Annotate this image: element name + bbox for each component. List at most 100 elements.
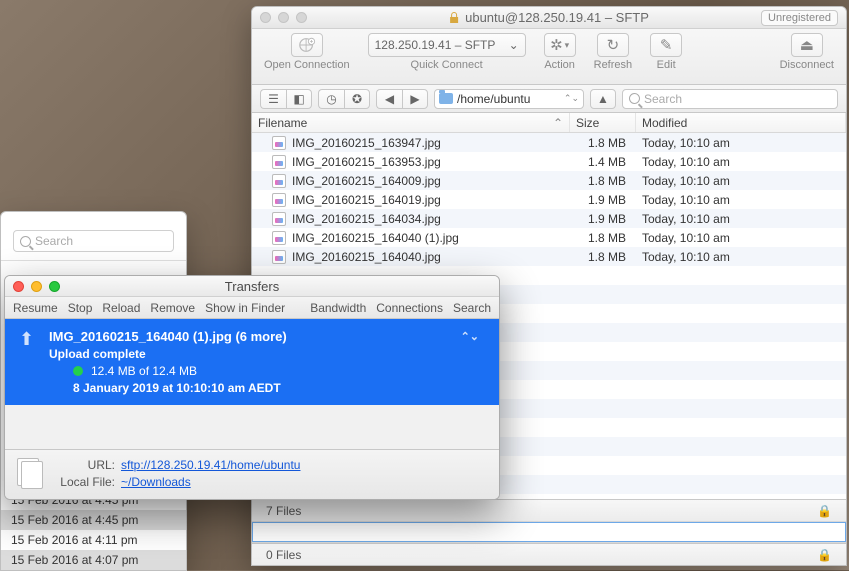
transfers-toolbar: Resume Stop Reload Remove Show in Finder… <box>5 297 499 319</box>
open-connection-label: Open Connection <box>264 59 350 71</box>
search-icon <box>629 93 640 104</box>
divider <box>1 260 186 261</box>
transfers-title: Transfers <box>225 279 279 294</box>
open-connection-button[interactable] <box>291 33 323 57</box>
image-file-icon <box>272 231 286 245</box>
search-input[interactable]: Search <box>622 89 838 109</box>
transfer-progress: 12.4 MB of 12.4 MB <box>91 364 197 378</box>
list-item[interactable]: 15 Feb 2016 at 4:07 pm <box>1 550 186 570</box>
transfer-item[interactable]: ⬆ IMG_20160215_164040 (1).jpg (6 more) ⌃… <box>5 319 499 405</box>
show-in-finder-button[interactable]: Show in Finder <box>205 301 285 315</box>
history-button[interactable]: ◷ <box>318 89 344 109</box>
nav-back-button[interactable]: ◀ <box>376 89 402 109</box>
filename: IMG_20160215_163947.jpg <box>292 136 441 150</box>
table-row[interactable]: IMG_20160215_164040.jpg1.8 MBToday, 10:1… <box>252 247 846 266</box>
filesize: 1.9 MB <box>570 193 636 207</box>
local-file-label: Local File: <box>55 475 115 489</box>
chevrons-icon[interactable]: ⌃⌄ <box>461 330 479 343</box>
url-link[interactable]: sftp://128.250.19.41/home/ubuntu <box>121 458 300 472</box>
refresh-button[interactable]: ↻ <box>597 33 629 57</box>
finder-date-list: 15 Feb 2016 at 4:45 pm15 Feb 2016 at 4:4… <box>1 490 186 570</box>
window-controls[interactable] <box>260 12 307 23</box>
image-file-icon <box>272 174 286 188</box>
action-button[interactable]: ✲▾ <box>544 33 576 57</box>
minimize-dot[interactable] <box>31 281 42 292</box>
window-title: ubuntu@128.250.19.41 – SFTP <box>449 10 649 25</box>
window-controls[interactable] <box>13 281 60 292</box>
view-outline-button[interactable]: ☰ <box>260 89 286 109</box>
minimize-dot[interactable] <box>278 12 289 23</box>
filesize: 1.8 MB <box>570 174 636 188</box>
transfers-titlebar: Transfers <box>5 276 499 297</box>
upload-icon: ⬆ <box>19 329 34 350</box>
chevron-down-icon: ⌄ <box>509 38 519 52</box>
filename: IMG_20160215_164009.jpg <box>292 174 441 188</box>
titlebar: ubuntu@128.250.19.41 – SFTP Unregistered <box>252 7 846 29</box>
column-headers: Filename⌃ Size Modified <box>252 113 846 133</box>
remove-button[interactable]: Remove <box>150 301 195 315</box>
resume-button[interactable]: Resume <box>13 301 58 315</box>
local-file-link[interactable]: ~/Downloads <box>121 475 191 489</box>
filename: IMG_20160215_163953.jpg <box>292 155 441 169</box>
path-dropdown[interactable]: /home/ubuntu ⌃⌄ <box>434 89 584 109</box>
nav-up-button[interactable]: ▲ <box>590 89 616 109</box>
refresh-label: Refresh <box>594 59 633 71</box>
bonjour-button[interactable]: ✪ <box>344 89 370 109</box>
stop-button[interactable]: Stop <box>68 301 93 315</box>
header-modified[interactable]: Modified <box>636 113 846 132</box>
nav-forward-button[interactable]: ▶ <box>402 89 428 109</box>
search-placeholder: Search <box>35 234 73 248</box>
globe-plus-icon <box>298 36 316 54</box>
table-row[interactable]: IMG_20160215_164034.jpg 1.9 MBToday, 10:1… <box>252 209 846 228</box>
edit-button[interactable]: ✎ <box>650 33 682 57</box>
file-modified: Today, 10:10 am <box>636 136 846 150</box>
connections-button[interactable]: Connections <box>376 301 443 315</box>
lock-icon: 🔒 <box>817 504 832 518</box>
documents-icon <box>15 458 45 488</box>
clock-icon: ◷ <box>326 92 336 106</box>
gear-icon: ✲ <box>550 36 563 54</box>
image-file-icon <box>272 250 286 264</box>
close-dot[interactable] <box>260 12 271 23</box>
quick-connect-dropdown[interactable]: 128.250.19.41 – SFTP ⌄ <box>368 33 526 57</box>
transfers-footer: URL: sftp://128.250.19.41/home/ubuntu Lo… <box>5 449 499 499</box>
file-modified: Today, 10:10 am <box>636 193 846 207</box>
header-size[interactable]: Size <box>570 113 636 132</box>
table-row[interactable]: IMG_20160215_164009.jpg1.8 MBToday, 10:1… <box>252 171 846 190</box>
file-modified: Today, 10:10 am <box>636 212 846 226</box>
list-item[interactable]: 15 Feb 2016 at 4:45 pm <box>1 510 186 530</box>
filename: IMG_20160215_164034.jpg <box>292 212 441 226</box>
filesize: 1.9 MB <box>570 212 636 226</box>
close-dot[interactable] <box>13 281 24 292</box>
finder-search-input[interactable]: Search <box>13 230 174 252</box>
table-row[interactable]: IMG_20160215_163953.jpg1.4 MBToday, 10:1… <box>252 152 846 171</box>
view-split-button[interactable]: ◧ <box>286 89 312 109</box>
table-row[interactable]: IMG_20160215_164040 (1).jpg1.8 MBToday, … <box>252 228 846 247</box>
search-icon <box>20 236 31 247</box>
table-row[interactable]: IMG_20160215_164019.jpg1.9 MBToday, 10:1… <box>252 190 846 209</box>
transfer-timestamp: 8 January 2019 at 10:10:10 am AEDT <box>73 381 281 395</box>
reload-button[interactable]: Reload <box>102 301 140 315</box>
filesize: 1.4 MB <box>570 155 636 169</box>
image-file-icon <box>272 212 286 226</box>
disconnect-button[interactable]: ⏏ <box>791 33 823 57</box>
filesize: 1.8 MB <box>570 231 636 245</box>
toolbar: Open Connection 128.250.19.41 – SFTP ⌄ Q… <box>252 29 846 85</box>
zoom-dot[interactable] <box>296 12 307 23</box>
header-filename[interactable]: Filename⌃ <box>252 113 570 132</box>
file-modified: Today, 10:10 am <box>636 231 846 245</box>
search-button[interactable]: Search <box>453 301 491 315</box>
zoom-dot[interactable] <box>49 281 60 292</box>
image-file-icon <box>272 193 286 207</box>
transfer-filename: IMG_20160215_164040 (1).jpg (6 more) <box>49 329 287 344</box>
selection-bar <box>252 521 846 543</box>
quick-connect-label: Quick Connect <box>411 59 483 71</box>
status-dot-icon <box>73 366 83 376</box>
bandwidth-button[interactable]: Bandwidth <box>310 301 366 315</box>
chevron-down-icon: ▾ <box>565 40 570 51</box>
image-file-icon <box>272 155 286 169</box>
status-bar-upper: 7 Files 🔒 <box>252 499 846 521</box>
table-row[interactable]: IMG_20160215_163947.jpg1.8 MBToday, 10:1… <box>252 133 846 152</box>
lock-icon <box>449 12 459 24</box>
list-item[interactable]: 15 Feb 2016 at 4:11 pm <box>1 530 186 550</box>
